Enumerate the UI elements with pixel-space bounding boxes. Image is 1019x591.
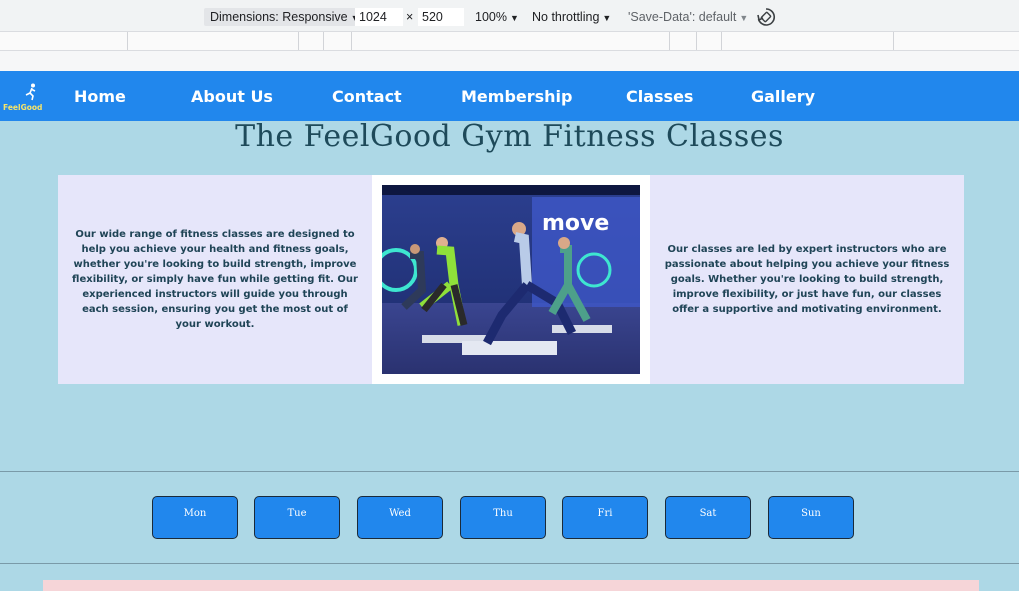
fitness-class-photo: move	[382, 185, 640, 374]
runner-icon	[25, 83, 36, 101]
day-button-sat[interactable]: Sat	[665, 496, 751, 539]
chevron-down-icon: ▼	[739, 13, 749, 23]
throttling-label: No throttling	[532, 10, 600, 24]
chevron-down-icon: ▼	[602, 13, 612, 23]
ruler-segment[interactable]	[352, 32, 670, 50]
zoom-label: 100%	[475, 10, 507, 24]
day-button-fri[interactable]: Fri	[562, 496, 648, 539]
media-query-ruler[interactable]	[0, 31, 1019, 51]
ruler-spacer	[0, 51, 1019, 71]
save-data-label: 'Save-Data': default	[628, 10, 737, 24]
dimensions-label: Dimensions: Responsive	[210, 10, 348, 24]
width-input[interactable]: 1024	[355, 8, 403, 26]
site-navbar: FeelGood Home About Us Contact Membershi…	[0, 71, 1019, 121]
nav-home[interactable]: Home	[74, 87, 126, 106]
intro-text-left: Our wide range of fitness classes are de…	[58, 175, 372, 384]
logo[interactable]: FeelGood	[3, 83, 55, 113]
day-button-thu[interactable]: Thu	[460, 496, 546, 539]
nav-contact[interactable]: Contact	[332, 87, 402, 106]
logo-text: FeelGood	[3, 103, 43, 112]
class-photo-illustration: move	[382, 185, 640, 374]
ruler-segment[interactable]	[670, 32, 697, 50]
zoom-dropdown[interactable]: 100% ▼	[475, 8, 519, 27]
day-button-sun[interactable]: Sun	[768, 496, 854, 539]
classes-info-section: Our wide range of fitness classes are de…	[58, 175, 964, 384]
intro-text-right: Our classes are led by expert instructor…	[650, 175, 964, 384]
chevron-down-icon: ▼	[509, 13, 519, 23]
rotate-icon[interactable]	[756, 7, 776, 27]
devtools-device-toolbar: Dimensions: Responsive▼ 1024 × 520 100%▼…	[0, 0, 1019, 34]
schedule-panel	[43, 580, 979, 591]
section-divider	[0, 471, 1019, 472]
nav-about-us[interactable]: About Us	[191, 87, 273, 106]
ruler-segment[interactable]	[324, 32, 352, 50]
photo-frame: move	[372, 175, 650, 384]
day-button-mon[interactable]: Mon	[152, 496, 238, 539]
ruler-segment[interactable]	[128, 32, 299, 50]
day-button-tue[interactable]: Tue	[254, 496, 340, 539]
ruler-segment[interactable]	[0, 32, 128, 50]
dimensions-dropdown[interactable]: Dimensions: Responsive▼	[204, 8, 366, 26]
section-divider	[0, 563, 1019, 564]
intro-paragraph-right: Our classes are led by expert instructor…	[664, 244, 950, 315]
intro-paragraph-left: Our wide range of fitness classes are de…	[72, 229, 358, 330]
page-title: The FeelGood Gym Fitness Classes	[235, 119, 784, 154]
nav-gallery[interactable]: Gallery	[751, 87, 815, 106]
height-input[interactable]: 520	[418, 8, 464, 26]
throttling-dropdown[interactable]: No throttling ▼	[532, 8, 611, 27]
nav-classes[interactable]: Classes	[626, 87, 693, 106]
ruler-segment[interactable]	[299, 32, 324, 50]
day-selector: Mon Tue Wed Thu Fri Sat Sun	[0, 496, 1019, 539]
nav-membership[interactable]: Membership	[461, 87, 573, 106]
save-data-dropdown[interactable]: 'Save-Data': default ▼	[628, 8, 748, 27]
times-symbol: ×	[406, 10, 414, 24]
ruler-segment[interactable]	[722, 32, 894, 50]
day-button-wed[interactable]: Wed	[357, 496, 443, 539]
ruler-segment[interactable]	[697, 32, 722, 50]
photo-sign-text: move	[542, 211, 609, 236]
